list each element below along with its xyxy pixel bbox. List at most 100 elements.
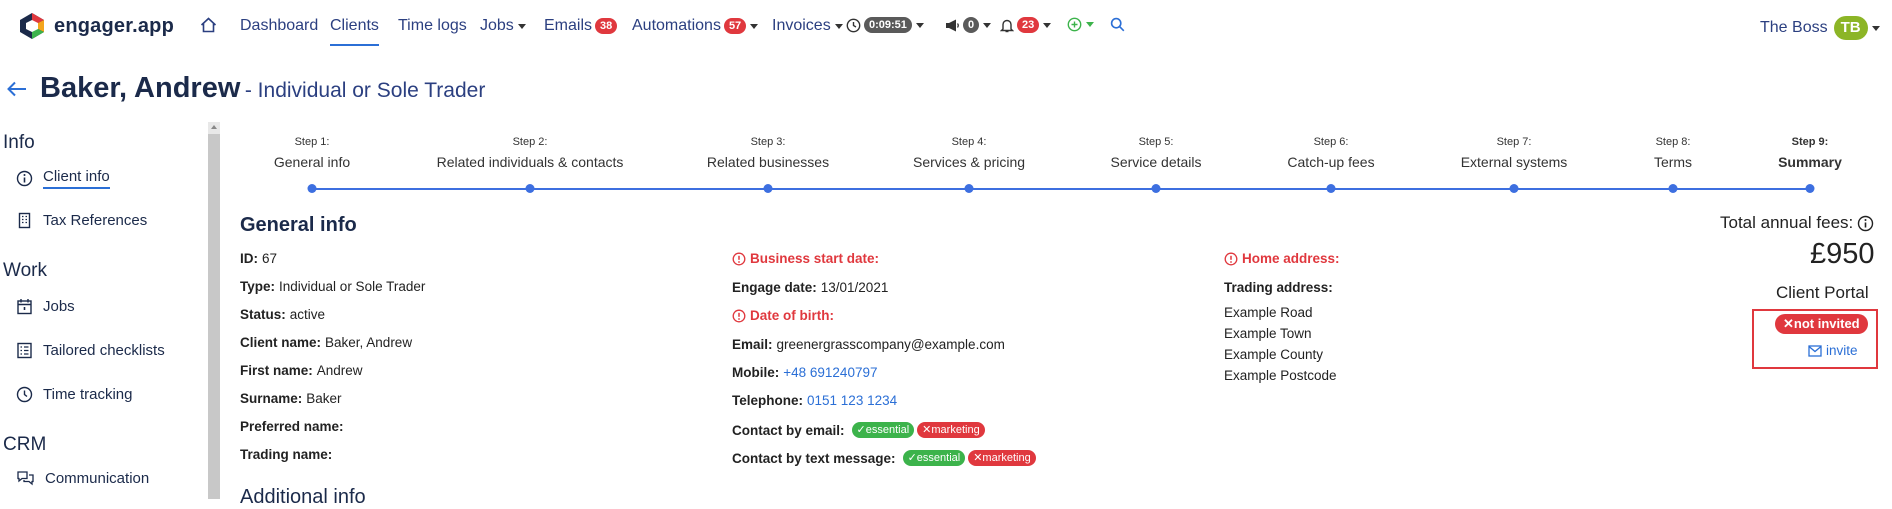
step-general-info[interactable]: Step 1: General info [274, 136, 350, 170]
step-label: Related businesses [706, 154, 830, 170]
field-label: Preferred name: [240, 419, 344, 434]
chevron-down-icon [915, 22, 924, 28]
step-catch-up-fees[interactable]: Step 6: Catch-up fees [1287, 136, 1374, 170]
chevron-down-icon [1086, 22, 1094, 27]
user-name: The Boss [1760, 19, 1828, 36]
announcements-count-badge: 0 [963, 17, 980, 33]
field-label: Business start date: [750, 251, 880, 266]
sidebar-scrollbar[interactable] [208, 122, 220, 499]
field-client-name: Client name: Baker, Andrew [240, 335, 412, 350]
nav-jobs-label: Jobs [480, 17, 514, 34]
mobile-link[interactable]: +48 691240797 [783, 365, 877, 380]
field-label: Mobile: [732, 365, 780, 380]
nav-jobs[interactable]: Jobs [480, 17, 526, 35]
field-label: Telephone: [732, 393, 804, 408]
step-dot[interactable] [763, 184, 773, 193]
step-dot[interactable] [307, 184, 317, 193]
field-label: Trading address: [1224, 280, 1333, 295]
field-date-of-birth: Date of birth: [732, 308, 838, 323]
field-label: Date of birth: [750, 308, 834, 323]
step-number: Step 8: [1655, 136, 1691, 148]
field-surname: Surname: Baker [240, 391, 342, 406]
step-service-details[interactable]: Step 5: Service details [1110, 136, 1201, 170]
invite-button[interactable]: invite [1808, 343, 1858, 358]
field-label: Trading name: [240, 447, 333, 462]
step-number: Step 1: [294, 136, 330, 148]
field-label: Engage date: [732, 280, 817, 295]
search-icon[interactable] [1110, 17, 1125, 32]
nav-invoices[interactable]: Invoices [772, 17, 843, 35]
sidebar-item-tailored-checklists[interactable]: Tailored checklists [16, 342, 165, 359]
sidebar-item-time-tracking[interactable]: Time tracking [16, 386, 132, 403]
nav-automations-label: Automations [632, 17, 721, 34]
info-circle-icon[interactable] [1857, 215, 1874, 232]
step-external-systems[interactable]: Step 7: External systems [1461, 136, 1568, 170]
nav-timer[interactable]: 0:09:51 [846, 17, 924, 33]
field-engage-date: Engage date: 13/01/2021 [732, 280, 888, 295]
field-email: Email: greenergrasscompany@example.com [732, 337, 1005, 352]
nav-dashboard[interactable]: Dashboard [240, 17, 318, 35]
field-value: Andrew [316, 363, 363, 378]
step-dot[interactable] [964, 184, 974, 193]
sidebar-item-client-info[interactable]: Client info [16, 168, 110, 189]
avatar: TB [1833, 16, 1868, 40]
sidebar-item-jobs[interactable]: Jobs [16, 298, 75, 315]
sidebar-item-communication[interactable]: Communication [16, 470, 149, 487]
user-menu[interactable]: The Boss TB [1760, 16, 1880, 40]
nav-add-new[interactable] [1067, 17, 1094, 32]
app-logo[interactable]: engager.app [18, 12, 174, 40]
warning-circle-icon [732, 309, 746, 322]
step-number: Step 4: [951, 136, 987, 148]
step-services-pricing[interactable]: Step 4: Services & pricing [913, 136, 1025, 170]
warning-circle-icon [732, 252, 746, 265]
step-dot[interactable] [1509, 184, 1519, 193]
step-dot[interactable] [525, 184, 535, 193]
step-terms[interactable]: Step 8: Terms [1654, 136, 1692, 170]
step-summary[interactable]: Step 9: Summary [1778, 136, 1842, 170]
sidebar-item-label: Time tracking [43, 386, 133, 403]
step-number: Step 2: [512, 136, 548, 148]
consent-marketing-badge: ✕ marketing [968, 450, 1036, 466]
nav-time-logs[interactable]: Time logs [398, 17, 467, 35]
nav-emails[interactable]: Emails 38 [544, 17, 618, 35]
field-label: Status: [240, 307, 286, 322]
sidebar-item-tax-references[interactable]: Tax References [16, 212, 147, 229]
field-status: Status: active [240, 307, 325, 322]
field-business-start-date: Business start date: [732, 251, 883, 266]
nav-clients[interactable]: Clients [330, 17, 379, 46]
section-title-additional-info: Additional info [240, 486, 366, 508]
client-name-heading: Baker, Andrew [40, 72, 241, 104]
badge-label: marketing [982, 452, 1031, 464]
field-id: ID: 67 [240, 251, 277, 266]
field-value: Baker, Andrew [325, 335, 413, 350]
address-line: Example Road [1224, 305, 1313, 320]
nav-automations[interactable]: Automations 57 [632, 17, 759, 35]
field-label: Surname: [240, 391, 303, 406]
clock-icon [846, 18, 861, 32]
step-dot[interactable] [1668, 184, 1678, 193]
building-icon [18, 212, 31, 229]
sidebar-item-label: Tailored checklists [43, 342, 165, 359]
field-value: Baker [306, 391, 342, 406]
consent-marketing-badge: ✕ marketing [917, 422, 985, 438]
step-number: Step 3: [750, 136, 786, 148]
field-label: Contact by email: [732, 422, 845, 438]
invite-label: invite [1826, 343, 1858, 358]
back-arrow-icon[interactable] [6, 80, 28, 103]
home-icon[interactable] [200, 17, 217, 33]
step-dot[interactable] [1326, 184, 1336, 193]
step-related-individuals[interactable]: Step 2: Related individuals & contacts [437, 136, 624, 170]
step-dot[interactable] [1151, 184, 1161, 193]
step-dot[interactable] [1805, 184, 1815, 193]
nav-announcements[interactable]: 0 [944, 17, 992, 33]
field-type: Type: Individual or Sole Trader [240, 279, 425, 294]
nav-notifications[interactable]: 23 [1000, 17, 1052, 33]
step-related-businesses[interactable]: Step 3: Related businesses [707, 136, 829, 170]
fees-amount: £950 [1810, 238, 1875, 270]
telephone-link[interactable]: 0151 123 1234 [807, 393, 897, 408]
total-annual-fees: Total annual fees: [1720, 213, 1874, 233]
scroll-up-arrow-icon[interactable] [208, 122, 220, 134]
step-label: Services & pricing [912, 154, 1026, 170]
consent-essential-badge: ✓ essential [902, 450, 966, 466]
field-home-address: Home address: [1224, 251, 1344, 266]
